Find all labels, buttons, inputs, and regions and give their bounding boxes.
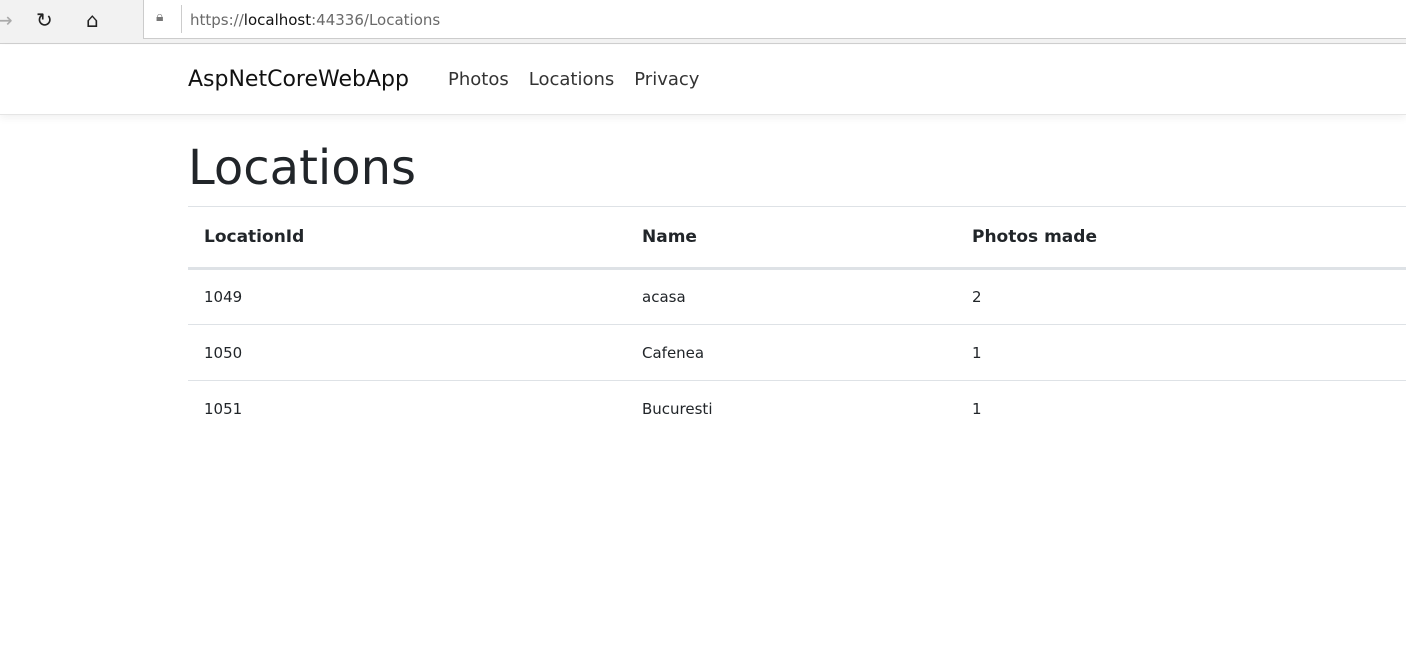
cell-photos-made: 1 bbox=[972, 399, 982, 418]
cell-name: acasa bbox=[626, 268, 956, 325]
table-row: 1050 Cafenea 1 bbox=[188, 324, 1406, 381]
brand-link[interactable]: AspNetCoreWebApp bbox=[188, 67, 409, 92]
nav-links: Photos Locations Privacy bbox=[448, 69, 699, 90]
refresh-icon[interactable]: ↻ bbox=[36, 8, 53, 32]
cell-name: Bucuresti bbox=[642, 399, 713, 418]
cell-locationid: 1051 bbox=[204, 399, 243, 418]
table-row: 1051 Bucuresti 1 bbox=[188, 381, 1406, 437]
header-photos-made: Photos made bbox=[956, 206, 1406, 270]
url-host: localhost bbox=[243, 11, 312, 29]
url-scheme: https:// bbox=[190, 11, 244, 29]
table-row: 1049 acasa 2 bbox=[188, 268, 1406, 325]
cell-photos-made: 1 bbox=[956, 324, 1406, 381]
page-title: Locations bbox=[188, 140, 417, 196]
divider bbox=[181, 5, 182, 33]
nav-locations[interactable]: Locations bbox=[529, 69, 615, 90]
table-header-row: LocationId Name Photos made bbox=[188, 206, 1406, 270]
cell-locationid: 1049 bbox=[188, 268, 626, 325]
nav-privacy[interactable]: Privacy bbox=[634, 69, 699, 90]
cell-locationid: 1050 bbox=[188, 324, 626, 381]
url-path: :44336/Locations bbox=[311, 11, 441, 29]
cell-name: Cafenea bbox=[626, 324, 956, 381]
header-name: Name bbox=[626, 206, 956, 270]
cell-photos-made: 2 bbox=[956, 268, 1406, 325]
browser-toolbar: → ↻ ⌂ 🔒︎ https://localhost:44336/Locatio… bbox=[0, 0, 1406, 44]
locations-table: LocationId Name Photos made 1049 acasa 2… bbox=[188, 206, 1406, 437]
lock-icon: 🔒︎ bbox=[156, 9, 164, 25]
home-icon[interactable]: ⌂ bbox=[86, 8, 99, 32]
navbar: AspNetCoreWebApp Photos Locations Privac… bbox=[0, 45, 1406, 115]
url-text[interactable]: https://localhost:44336/Locations bbox=[190, 11, 440, 29]
forward-arrow-icon[interactable]: → bbox=[0, 8, 13, 32]
header-locationid: LocationId bbox=[188, 206, 626, 270]
address-bar[interactable]: 🔒︎ https://localhost:44336/Locations bbox=[143, 0, 1406, 39]
nav-photos[interactable]: Photos bbox=[448, 69, 509, 90]
